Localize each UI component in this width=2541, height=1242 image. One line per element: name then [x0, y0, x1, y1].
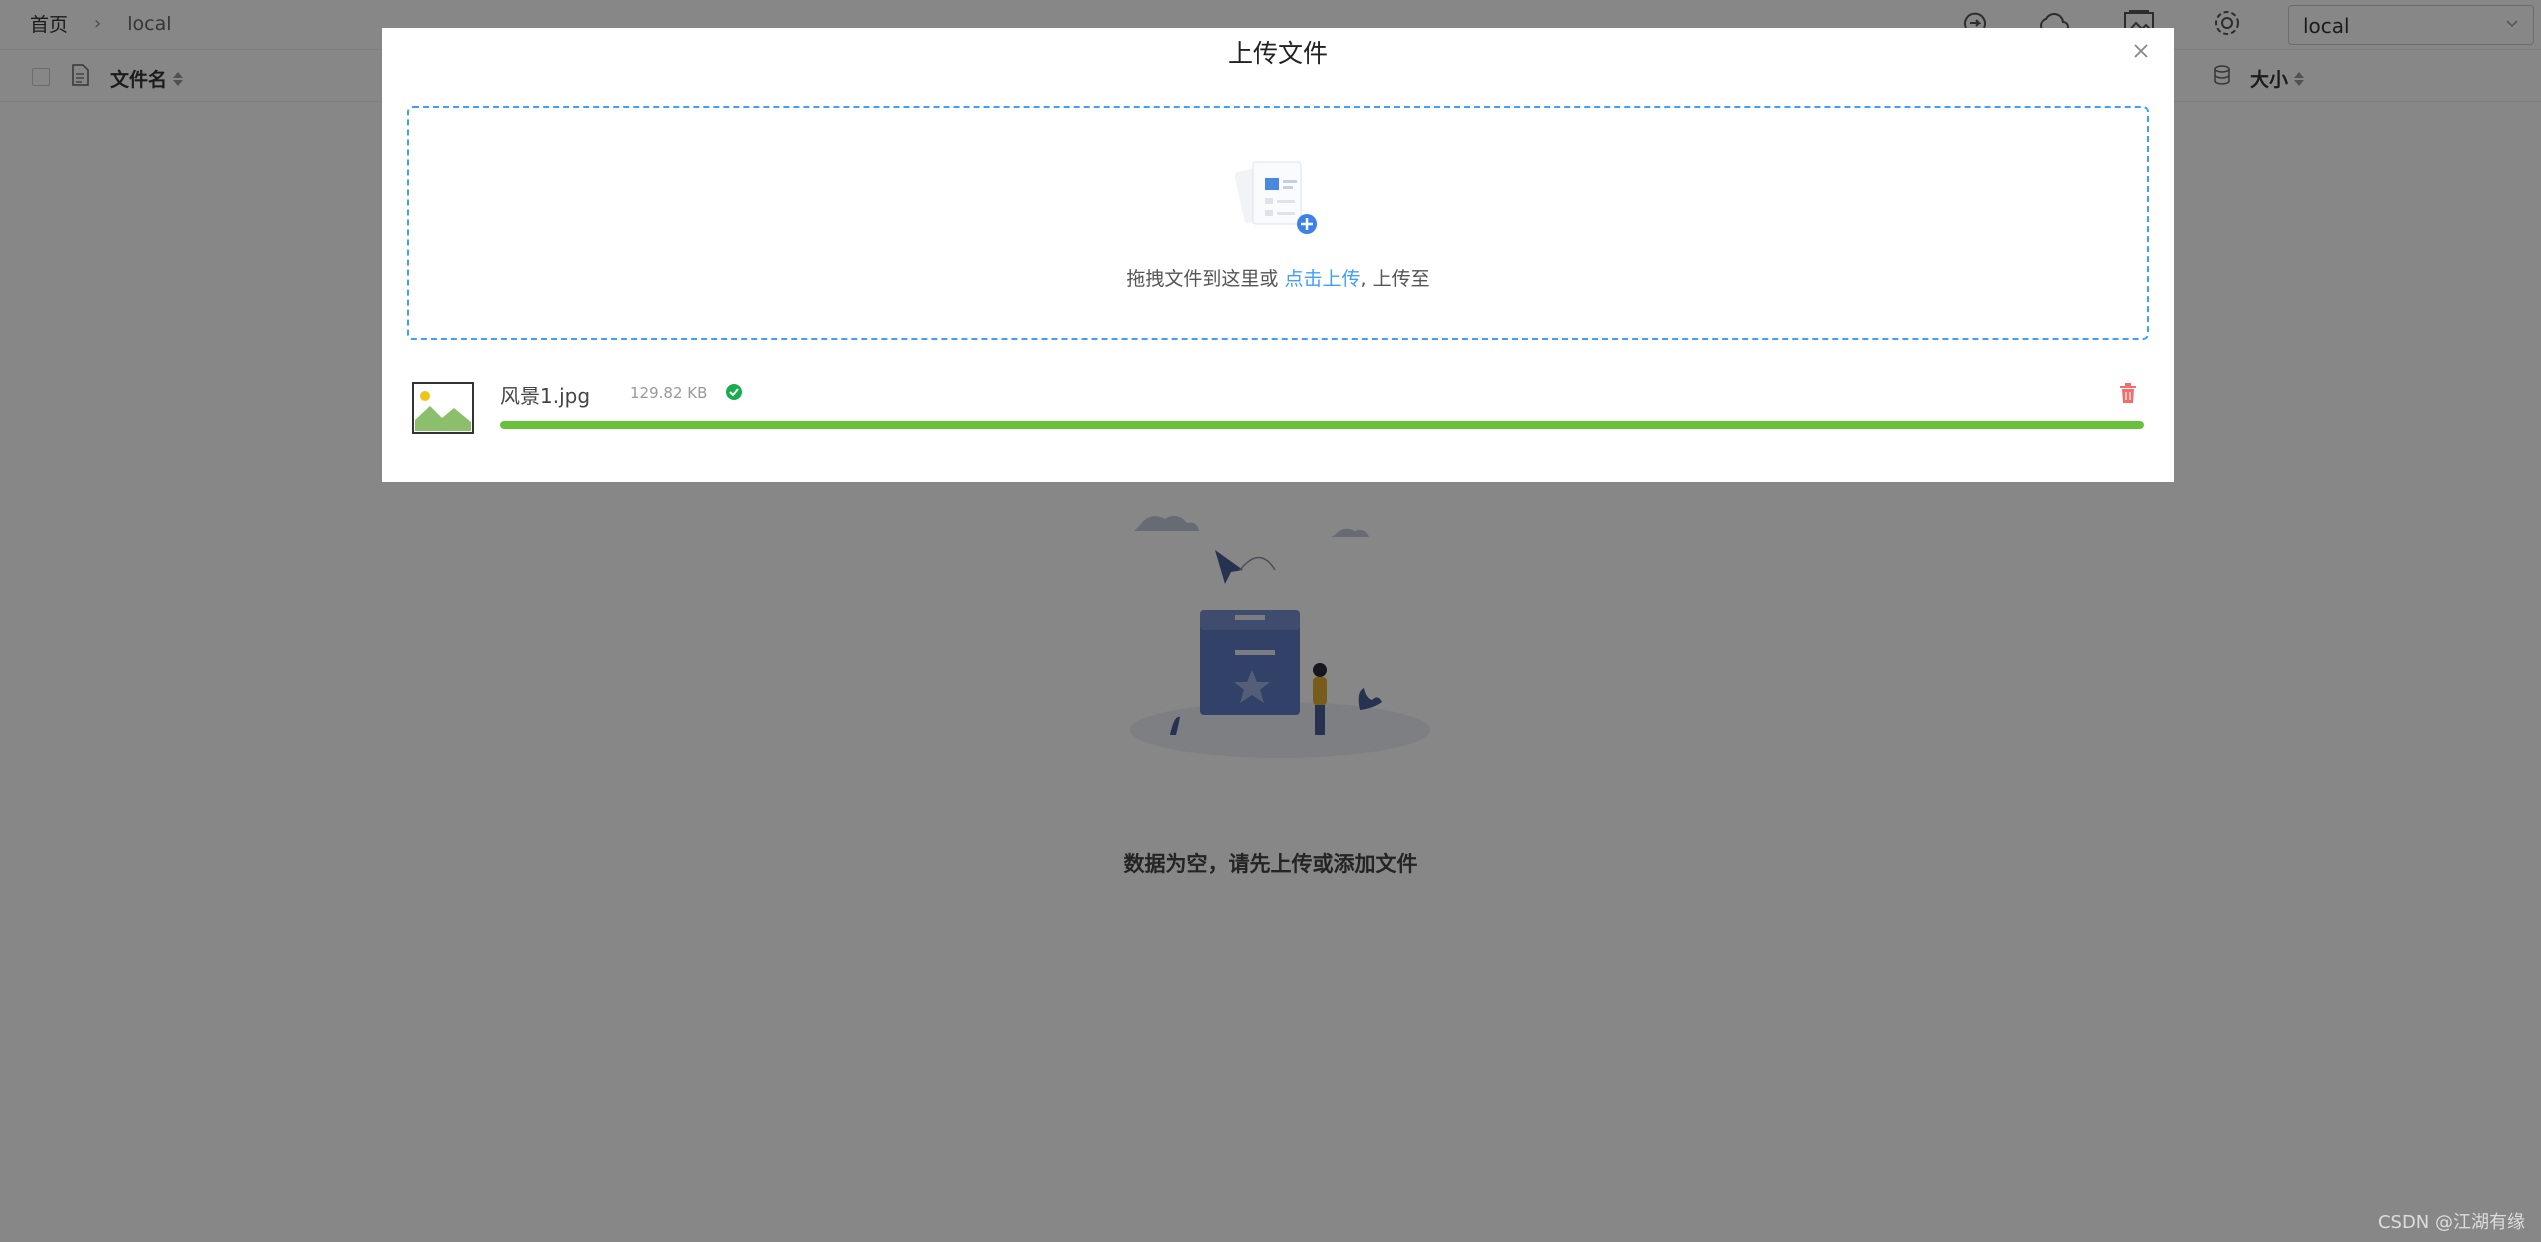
dialog-title: 上传文件	[1227, 39, 1328, 68]
watermark: CSDN @江湖有缘	[2377, 1212, 2525, 1233]
dropzone-hint-text: 拖拽文件到这里或	[1126, 268, 1285, 290]
close-icon[interactable]	[2128, 38, 2154, 64]
upload-dropzone[interactable]: 拖拽文件到这里或 点击上传, 上传至	[407, 106, 2149, 340]
upload-dialog: 上传文件 拖拽文件到这里或 点击上传, 上传至 风景1.jpg 129.82 K…	[382, 28, 2174, 482]
upload-progress-bar	[500, 421, 2144, 429]
upload-file-item: 风景1.jpg 129.82 KB	[412, 378, 2144, 448]
check-circle-icon	[726, 384, 742, 400]
delete-icon[interactable]	[2118, 382, 2138, 404]
file-name: 风景1.jpg	[500, 384, 591, 408]
dropzone-hint-suffix: , 上传至	[1360, 268, 1430, 290]
upload-progress-fill	[500, 421, 2144, 429]
image-file-icon	[412, 382, 474, 434]
click-upload-link[interactable]: 点击上传	[1284, 268, 1360, 290]
upload-files-icon	[1235, 161, 1317, 234]
dropzone-hint: 拖拽文件到这里或 点击上传, 上传至	[409, 264, 2147, 291]
file-size: 129.82 KB	[630, 384, 708, 402]
